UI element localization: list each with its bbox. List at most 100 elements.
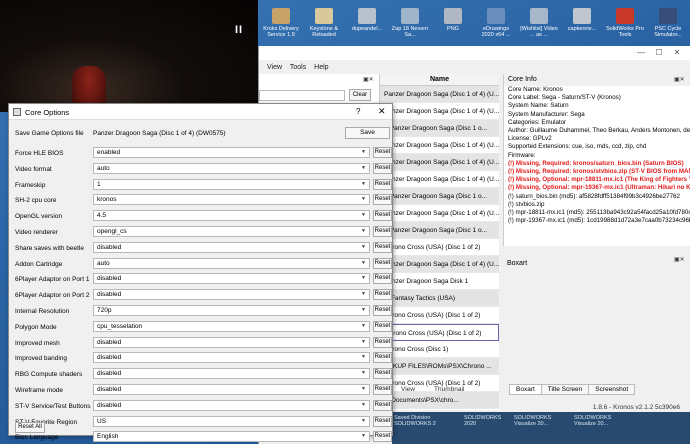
option-select[interactable]: opengl_cs ▼	[93, 226, 370, 237]
core-info-close-icon[interactable]: ▣✕	[674, 76, 685, 83]
option-select[interactable]: kronos ▼	[93, 194, 370, 206]
list-item[interactable]: ACKUP FILES\ROMs\PSX\Chrono ...	[380, 358, 499, 375]
option-select[interactable]: disabled ▼	[93, 273, 370, 285]
pane-close-icon[interactable]: ▣✕	[363, 76, 374, 83]
option-select[interactable]: disabled ▼	[93, 399, 370, 411]
boxart-close-icon[interactable]: ▣✕	[674, 256, 685, 263]
reset-button[interactable]: Reset	[373, 399, 392, 411]
option-select[interactable]: auto ▼	[93, 257, 370, 269]
desktop-icon[interactable]: capkenrie...	[563, 8, 601, 32]
core-info-line: (!) mpr-18811-mx.ic1 (md5): 255113ba943c…	[508, 209, 690, 217]
option-select[interactable]: disabled ▼	[93, 241, 370, 253]
menu-help[interactable]: Help	[314, 64, 328, 71]
reset-button[interactable]: Reset	[373, 178, 392, 190]
list-item[interactable]: Panzer Dragoon Saga (Disc 1 of 4) (U...	[380, 103, 499, 120]
desktop-icon[interactable]: SolidWorks Pro Tools	[606, 8, 644, 38]
reset-button[interactable]: Reset	[373, 384, 392, 395]
option-select[interactable]: US ▼	[93, 415, 370, 427]
list-item[interactable]: Panzer Dragoon Saga (Disc 1 of 4) (U...	[380, 256, 499, 273]
reset-button[interactable]: Reset	[373, 431, 392, 443]
video-player[interactable]: II	[0, 0, 258, 112]
menubar: View Tools Help	[267, 64, 335, 71]
option-select[interactable]: 1 ▼	[93, 178, 370, 190]
desktop-icon[interactable]: Zap 18 Nevern Sa...	[391, 8, 429, 38]
reset-button[interactable]: Reset	[373, 210, 392, 222]
reset-button[interactable]: Reset	[373, 162, 392, 174]
save-button[interactable]: Save	[345, 127, 390, 139]
close-icon[interactable]: ✕	[378, 106, 386, 117]
menu-view[interactable]: View	[267, 64, 282, 71]
list-item[interactable]: al Fantasy Tactics (USA)	[380, 290, 499, 307]
list-item[interactable]: Panzer Dragoon Saga (Disc 1 of 4) (U...	[380, 137, 499, 154]
taskbar-item[interactable]: Saved Division SOLIDWORKS 2	[394, 415, 454, 427]
option-select[interactable]: disabled ▼	[93, 384, 370, 395]
reset-button[interactable]: Reset	[373, 289, 392, 301]
option-select[interactable]: disabled ▼	[93, 368, 370, 380]
reset-all-button[interactable]: Reset All	[15, 422, 45, 433]
reset-button[interactable]: Reset	[373, 415, 392, 427]
option-row: Addon Cartridge auto ▼ Reset	[15, 257, 392, 271]
list-item[interactable]: A Panzer Dragoon Saga (Disc 1 o...	[380, 188, 499, 205]
list-item[interactable]: Chrono Cross (USA) (Disc 1 of 2)	[380, 239, 499, 256]
reset-button[interactable]: Reset	[373, 305, 392, 316]
list-item[interactable]: A Panzer Dragoon Saga (Disc 1 o...	[380, 222, 499, 239]
option-select[interactable]: 4.5 ▼	[93, 210, 370, 222]
desktop-icon[interactable]: PNG	[434, 8, 472, 32]
list-item[interactable]: A Panzer Dragoon Saga (Disc 1 o...	[380, 120, 499, 137]
desktop-icon[interactable]: PSC Cycle Simulator...	[649, 8, 687, 38]
desktop-icon[interactable]: Keystone & Reloaded	[305, 8, 343, 38]
list-item[interactable]: Panzer Dragoon Saga (Disc 1 of 4) (U...	[380, 171, 499, 188]
tab-boxart[interactable]: Boxart	[509, 384, 542, 395]
list-item[interactable]: Chrono Cross (USA) (Disc 1 of 2)	[380, 324, 499, 341]
desktop-icon[interactable]: dupeandel...	[348, 8, 386, 32]
taskbar-item[interactable]: SOLIDWORKS 2020	[464, 415, 504, 427]
list-item[interactable]: Chrono Cross (Disc 1)	[380, 341, 499, 358]
taskbar-item[interactable]: SOLIDWORKS Visualize 20...	[514, 415, 564, 427]
list-item[interactable]: Panzer Dragoon Saga Disk 1	[380, 273, 499, 290]
view-button[interactable]: View	[401, 386, 415, 393]
name-column-header[interactable]: Name	[380, 74, 499, 86]
desktop-icon[interactable]: eDrawings 2020 x64 ...	[477, 8, 515, 38]
reset-button[interactable]: Reset	[373, 257, 392, 269]
option-select[interactable]: disabled ▼	[93, 336, 370, 348]
option-select[interactable]: 720p ▼	[93, 305, 370, 316]
desktop-icon[interactable]: [Wishlist] Video ... as ...	[520, 8, 558, 38]
list-item[interactable]: Panzer Dragoon Saga (Disc 1 of 4) (U...	[380, 86, 499, 103]
tab-title-screen[interactable]: Title Screen	[540, 384, 590, 395]
list-item[interactable]: Chrono Cross (USA) (Disc 1 of 2)	[380, 307, 499, 324]
option-select[interactable]: enabled ▼	[93, 147, 370, 158]
option-select[interactable]: English ▼	[93, 431, 370, 443]
reset-button[interactable]: Reset	[373, 194, 392, 206]
reset-button[interactable]: Reset	[373, 241, 392, 253]
reset-button[interactable]: Reset	[373, 273, 392, 285]
minimize-icon[interactable]: —	[632, 48, 650, 57]
option-select[interactable]: disabled ▼	[93, 352, 370, 364]
reset-button[interactable]: Reset	[373, 368, 392, 380]
search-input[interactable]	[259, 90, 345, 101]
option-select[interactable]: auto ▼	[93, 162, 370, 174]
reset-button[interactable]: Reset	[373, 336, 392, 348]
list-item[interactable]: Panzer Dragoon Saga (Disc 1 of 4) (U...	[380, 205, 499, 222]
thumbnail-button[interactable]: Thumbnail	[434, 386, 464, 393]
reset-button[interactable]: Reset	[373, 352, 392, 364]
reset-button[interactable]: Reset	[373, 320, 392, 332]
shortcut-icon	[444, 8, 462, 24]
reset-button[interactable]: Reset	[373, 226, 392, 237]
core-info-panel: Core Info Core Name: Kronos Core Label: S…	[503, 74, 690, 246]
list-item[interactable]: Panzer Dragoon Saga (Disc 1 of 4) (U...	[380, 154, 499, 171]
desktop-icon[interactable]: Kroks Delivery Service 1.9	[262, 8, 300, 38]
tab-screenshot[interactable]: Screenshot	[588, 384, 636, 395]
maximize-icon[interactable]: ☐	[650, 48, 668, 57]
menu-tools[interactable]: Tools	[290, 64, 306, 71]
clear-button[interactable]: Clear	[349, 89, 371, 101]
option-select[interactable]: cpu_tesselation ▼	[93, 320, 370, 332]
option-select[interactable]: disabled ▼	[93, 289, 370, 301]
shortcut-icon	[530, 8, 548, 24]
taskbar-item[interactable]: SOLIDWORKS Visualize 20...	[574, 415, 624, 427]
pause-icon[interactable]: II	[235, 24, 243, 36]
close-icon[interactable]: ✕	[668, 48, 686, 57]
help-icon[interactable]: ?	[356, 107, 360, 116]
option-label: RBG Compute shaders	[15, 371, 83, 379]
reset-button[interactable]: Reset	[373, 147, 392, 158]
option-label: Video format	[15, 165, 52, 173]
